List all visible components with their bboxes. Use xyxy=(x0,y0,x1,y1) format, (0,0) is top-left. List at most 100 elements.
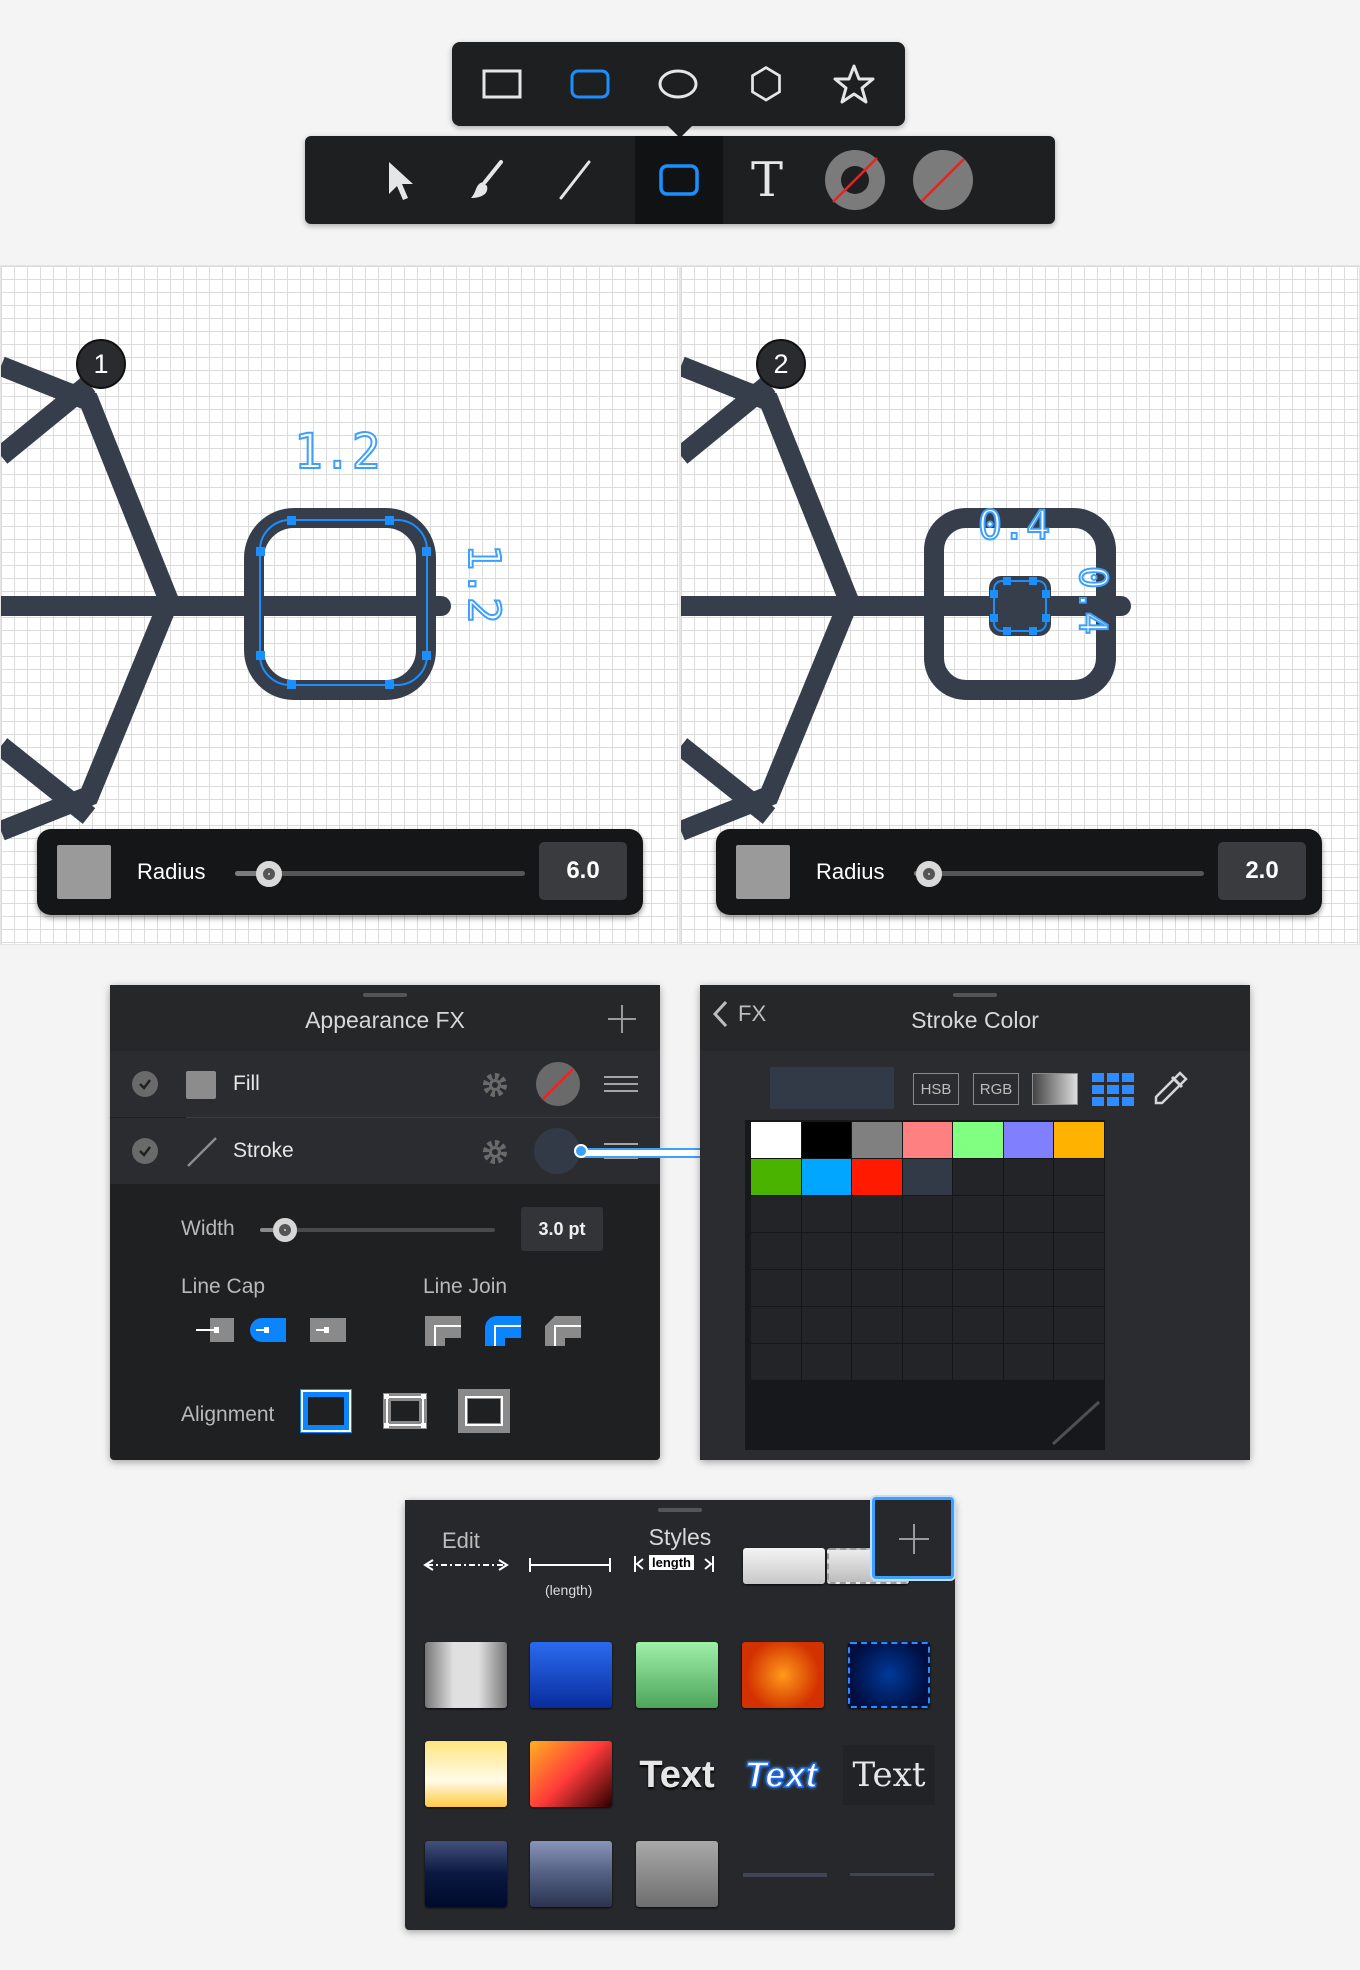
color-swatch[interactable] xyxy=(902,1344,953,1381)
color-swatch[interactable] xyxy=(953,1233,1004,1270)
color-swatch[interactable] xyxy=(801,1307,852,1344)
color-swatch[interactable] xyxy=(801,1270,852,1307)
color-swatch[interactable] xyxy=(751,1233,802,1270)
color-swatch[interactable] xyxy=(751,1344,802,1381)
color-swatch[interactable] xyxy=(902,1270,953,1307)
radius-value[interactable]: 2.0 xyxy=(1218,842,1306,900)
color-swatch[interactable] xyxy=(1003,1270,1054,1307)
style-light-gradient[interactable] xyxy=(743,1548,825,1584)
color-swatch[interactable] xyxy=(801,1196,852,1233)
drag-handle[interactable] xyxy=(953,993,997,997)
color-swatch[interactable] xyxy=(902,1307,953,1344)
color-swatch[interactable] xyxy=(1054,1159,1105,1196)
add-style-button[interactable] xyxy=(872,1497,954,1579)
style-silver[interactable] xyxy=(425,1642,507,1708)
eyedropper-icon[interactable] xyxy=(1150,1069,1190,1109)
drag-handle[interactable] xyxy=(658,1508,702,1512)
brush-tool[interactable] xyxy=(443,136,531,224)
dash-dot-arrow-style[interactable] xyxy=(423,1556,509,1574)
width-value[interactable]: 3.0 pt xyxy=(521,1207,603,1251)
radius-slider-knob[interactable] xyxy=(916,861,942,887)
style-green-gradient[interactable] xyxy=(636,1642,718,1708)
rgb-mode-button[interactable]: RGB xyxy=(973,1073,1019,1105)
color-swatch[interactable] xyxy=(852,1307,903,1344)
style-orange-radial[interactable] xyxy=(742,1642,824,1708)
hsb-mode-button[interactable]: HSB xyxy=(913,1073,959,1105)
fill-color-swatch[interactable] xyxy=(534,1060,582,1108)
color-swatch[interactable] xyxy=(953,1307,1004,1344)
stroke-color-button[interactable] xyxy=(811,136,899,224)
color-swatch[interactable] xyxy=(852,1270,903,1307)
clear-swatch[interactable] xyxy=(1051,1400,1101,1446)
text-tool[interactable]: T xyxy=(723,136,811,224)
radius-slider[interactable] xyxy=(914,871,1204,876)
color-swatch[interactable] xyxy=(751,1270,802,1307)
add-icon[interactable] xyxy=(606,1003,638,1035)
color-swatch[interactable] xyxy=(902,1159,953,1196)
style-fire-gradient[interactable] xyxy=(530,1741,612,1807)
ellipse-tool[interactable] xyxy=(648,54,708,114)
color-swatch[interactable] xyxy=(902,1122,953,1159)
dimension-line-style[interactable] xyxy=(527,1556,613,1574)
style-navy-dashed[interactable] xyxy=(848,1642,930,1708)
polygon-tool[interactable] xyxy=(736,54,796,114)
color-swatch[interactable] xyxy=(953,1270,1004,1307)
star-tool[interactable] xyxy=(824,54,884,114)
color-swatch[interactable] xyxy=(1054,1233,1105,1270)
swatch-grid-icon[interactable] xyxy=(1092,1071,1136,1107)
rounded-rectangle-tool[interactable] xyxy=(560,54,620,114)
style-line-1[interactable] xyxy=(743,1873,827,1877)
width-slider-knob[interactable] xyxy=(273,1218,297,1242)
color-swatch[interactable] xyxy=(953,1196,1004,1233)
color-swatch[interactable] xyxy=(751,1307,802,1344)
style-yellow-gradient[interactable] xyxy=(425,1741,507,1807)
color-swatch[interactable] xyxy=(902,1196,953,1233)
rectangle-tool[interactable] xyxy=(472,54,532,114)
length-label-style[interactable]: length xyxy=(633,1554,715,1574)
color-swatch[interactable] xyxy=(1054,1307,1105,1344)
color-swatch[interactable] xyxy=(1054,1196,1105,1233)
fill-swatch[interactable] xyxy=(736,845,790,899)
color-swatch[interactable] xyxy=(1003,1344,1054,1381)
color-swatch[interactable] xyxy=(852,1196,903,1233)
color-swatch[interactable] xyxy=(852,1233,903,1270)
fill-color-button[interactable] xyxy=(899,136,987,224)
style-blue-gradient[interactable] xyxy=(530,1642,612,1708)
drag-handle-icon[interactable] xyxy=(604,1075,638,1093)
current-color-swatch[interactable] xyxy=(770,1067,894,1109)
style-line-2[interactable] xyxy=(850,1873,934,1876)
fill-enabled-checkbox[interactable] xyxy=(132,1071,158,1097)
square-cap-icon[interactable] xyxy=(306,1314,346,1346)
fill-swatch[interactable] xyxy=(57,845,111,899)
color-swatch[interactable] xyxy=(1003,1307,1054,1344)
align-center-icon[interactable] xyxy=(377,1387,433,1435)
color-swatch[interactable] xyxy=(801,1233,852,1270)
gradient-button[interactable] xyxy=(1032,1073,1078,1105)
style-text-outline[interactable]: Text xyxy=(735,1745,827,1805)
color-swatch[interactable] xyxy=(902,1233,953,1270)
color-swatch[interactable] xyxy=(953,1344,1004,1381)
color-swatch[interactable] xyxy=(751,1122,802,1159)
line-tool[interactable] xyxy=(531,136,619,224)
color-swatch[interactable] xyxy=(801,1159,852,1196)
shape-tool[interactable] xyxy=(635,136,723,224)
style-navy-gradient[interactable] xyxy=(425,1841,507,1907)
color-swatch[interactable] xyxy=(751,1159,802,1196)
style-slate-gradient[interactable] xyxy=(530,1841,612,1907)
color-swatch[interactable] xyxy=(953,1122,1004,1159)
style-text-bold[interactable]: Text xyxy=(631,1745,723,1805)
color-swatch[interactable] xyxy=(852,1122,903,1159)
style-gray-gradient[interactable] xyxy=(636,1841,718,1907)
color-swatch[interactable] xyxy=(852,1344,903,1381)
color-swatch[interactable] xyxy=(1054,1122,1105,1159)
select-tool[interactable] xyxy=(355,136,443,224)
drag-handle[interactable] xyxy=(363,993,407,997)
canvas-step-2[interactable]: 2 0.4 0.4 Radius 2.0 xyxy=(680,265,1360,945)
align-inside-icon[interactable] xyxy=(298,1387,354,1435)
butt-cap-icon[interactable] xyxy=(196,1314,236,1346)
bevel-join-icon[interactable] xyxy=(543,1314,583,1346)
round-join-icon[interactable] xyxy=(483,1314,523,1346)
miter-join-icon[interactable] xyxy=(423,1314,463,1346)
radius-slider-knob[interactable] xyxy=(256,861,282,887)
color-swatch[interactable] xyxy=(1054,1270,1105,1307)
